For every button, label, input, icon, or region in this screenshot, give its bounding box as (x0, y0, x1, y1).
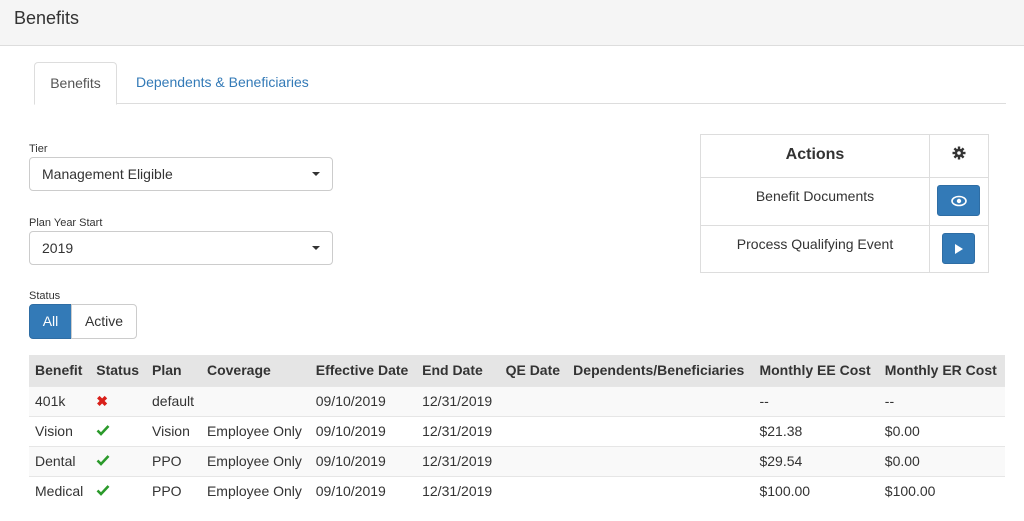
table-row: 401k ✖ default 09/10/2019 12/31/2019 -- … (29, 385, 1005, 416)
check-icon (96, 425, 110, 436)
tab-bar: Benefits Dependents & Beneficiaries (34, 62, 1006, 105)
tier-select[interactable]: Management Eligible (29, 157, 333, 191)
actions-panel: Actions Benefit Documents Process Qualif… (700, 134, 989, 273)
column-header: Benefit (29, 355, 91, 386)
page-title: Benefits (14, 8, 80, 28)
column-header: Plan (146, 355, 201, 386)
plan-cell: PPO (146, 475, 201, 506)
page-header: Benefits (0, 0, 1024, 46)
status-all-button[interactable]: All (29, 304, 72, 339)
plan-year-select-value: 2019 (42, 240, 74, 256)
actions-title: Actions (785, 146, 845, 163)
status-cell (90, 475, 146, 506)
dependents-cell (567, 475, 754, 506)
ee-cost-cell: -- (753, 385, 879, 416)
qe-date-cell (499, 415, 568, 446)
er-cost-cell: $0.00 (878, 445, 1005, 476)
effective-date-cell: 09/10/2019 (309, 445, 417, 476)
status-cell: ✖ (90, 385, 146, 416)
caret-down-icon (312, 246, 320, 250)
tab-benefits[interactable]: Benefits (34, 62, 117, 105)
benefit-documents-button[interactable] (937, 185, 980, 216)
table-header-row: Benefit Status Plan Coverage Effective D… (29, 355, 1005, 386)
dependents-cell (567, 415, 754, 446)
end-date-cell: 12/31/2019 (416, 445, 500, 476)
coverage-cell: Employee Only (200, 415, 310, 446)
divider (701, 177, 988, 178)
x-icon: ✖ (96, 392, 108, 409)
table-row: Vision Vision Employee Only 09/10/2019 1… (29, 415, 1005, 446)
column-header: Effective Date (309, 355, 417, 386)
end-date-cell: 12/31/2019 (416, 475, 500, 506)
status-cell (90, 415, 146, 446)
effective-date-cell: 09/10/2019 (309, 385, 417, 416)
play-icon (954, 243, 963, 254)
gear-icon[interactable] (951, 145, 967, 161)
qe-date-cell (499, 475, 568, 506)
qe-date-cell (499, 445, 568, 476)
plan-cell: Vision (146, 415, 201, 446)
status-cell (90, 445, 146, 476)
er-cost-cell: $100.00 (878, 475, 1005, 506)
eye-icon (950, 195, 967, 206)
table-row: Dental PPO Employee Only 09/10/2019 12/3… (29, 445, 1005, 476)
column-header: End Date (416, 355, 500, 386)
er-cost-cell: -- (878, 385, 1005, 416)
benefit-cell: Medical (29, 475, 91, 506)
tab-dependents-beneficiaries[interactable]: Dependents & Beneficiaries (120, 62, 325, 104)
benefits-table: Benefit Status Plan Coverage Effective D… (29, 355, 1005, 506)
plan-year-label: Plan Year Start (29, 217, 103, 229)
ee-cost-cell: $100.00 (753, 475, 879, 506)
column-header: Status (90, 355, 146, 386)
plan-cell: PPO (146, 445, 201, 476)
benefit-cell: 401k (29, 385, 91, 416)
column-header: Monthly EE Cost (753, 355, 879, 386)
plan-year-select[interactable]: 2019 (29, 231, 333, 265)
end-date-cell: 12/31/2019 (416, 415, 500, 446)
check-icon (96, 455, 110, 466)
caret-down-icon (312, 172, 320, 176)
benefit-cell: Vision (29, 415, 91, 446)
end-date-cell: 12/31/2019 (416, 385, 500, 416)
ee-cost-cell: $29.54 (753, 445, 879, 476)
check-icon (96, 485, 110, 497)
benefit-cell: Dental (29, 445, 91, 476)
column-header: Coverage (200, 355, 310, 386)
ee-cost-cell: $21.38 (753, 415, 879, 446)
column-header: QE Date (499, 355, 568, 386)
column-header: Dependents/Beneficiaries (567, 355, 754, 386)
effective-date-cell: 09/10/2019 (309, 415, 417, 446)
tier-label: Tier (29, 143, 48, 155)
divider (701, 225, 988, 226)
benefit-documents-label: Benefit Documents (755, 188, 875, 204)
table-row: Medical PPO Employee Only 09/10/2019 12/… (29, 475, 1005, 506)
coverage-cell: Employee Only (200, 445, 310, 476)
coverage-cell (200, 385, 310, 416)
process-qualifying-event-label: Process Qualifying Event (736, 236, 894, 252)
dependents-cell (567, 445, 754, 476)
coverage-cell: Employee Only (200, 475, 310, 506)
process-qualifying-event-button[interactable] (942, 233, 975, 264)
effective-date-cell: 09/10/2019 (309, 475, 417, 506)
status-label: Status (29, 290, 61, 302)
qe-date-cell (499, 385, 568, 416)
dependents-cell (567, 385, 754, 416)
plan-cell: default (146, 385, 201, 416)
er-cost-cell: $0.00 (878, 415, 1005, 446)
tier-select-value: Management Eligible (42, 166, 173, 182)
status-active-button[interactable]: Active (71, 304, 137, 339)
column-header: Monthly ER Cost (878, 355, 1005, 386)
divider (929, 135, 930, 272)
